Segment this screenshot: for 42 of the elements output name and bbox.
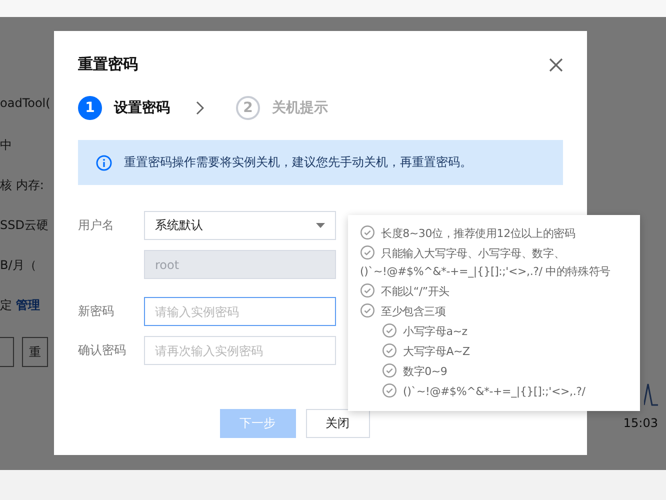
info-icon — [96, 154, 112, 170]
check-circle-icon — [360, 303, 375, 318]
check-circle-icon — [382, 363, 397, 378]
rule-text: 不能以“/”开头 — [360, 283, 628, 301]
check-circle-icon — [360, 245, 375, 260]
page-text: B/月（ — [0, 257, 38, 274]
rule-text: 数字0~9 — [382, 363, 628, 381]
step-tab[interactable]: 1 设置密码 — [78, 96, 170, 120]
rule-text: ()`~!@#$%^&*-+=_|{}[]:;'<>,.?/ — [382, 383, 628, 401]
password-field[interactable]: 请输入实例密码 — [144, 297, 336, 326]
rule-text: 长度8~30位，推荐使用12位以上的密码 — [360, 225, 628, 243]
chevron-right-icon — [196, 101, 204, 115]
page-text: 定 — [0, 298, 12, 312]
page-button[interactable] — [0, 337, 14, 367]
username-field: root — [144, 250, 336, 279]
username-select[interactable]: 系统默认 — [144, 211, 336, 240]
alert-text: 重置密码操作需要将实例关机，建议您先手动关机，再重置密码。 — [124, 154, 472, 171]
rule-text: 只能输入大写字母、小写字母、数字、()`~!@#$%^&*-+=_|{}[]:;'<>,.?/ 中的特殊符号 — [360, 245, 612, 280]
page-text: SSD云硬 — [0, 217, 50, 234]
check-circle-icon — [382, 323, 397, 338]
field-label: 用户名 — [78, 218, 114, 232]
field-label: 新密码 — [78, 304, 114, 318]
dialog-title: 重置密码 — [78, 55, 138, 74]
check-circle-icon — [382, 383, 397, 398]
rule-text: 大写字母A~Z — [382, 343, 628, 361]
caret-down-icon — [316, 223, 325, 228]
time-label: 15:03 — [623, 416, 658, 430]
page-button[interactable]: 重 — [22, 337, 48, 367]
page-link[interactable]: 管理 — [16, 298, 40, 312]
step-tab[interactable]: 2 关机提示 — [236, 96, 328, 120]
field-label: 确认密码 — [78, 343, 126, 357]
check-circle-icon — [360, 225, 375, 240]
check-circle-icon — [382, 343, 397, 358]
close-icon[interactable] — [549, 58, 563, 72]
page-text: 中 — [0, 137, 13, 154]
check-circle-icon — [360, 283, 375, 298]
close-button[interactable]: 关闭 — [306, 409, 370, 438]
rule-text: 至少包含三项 — [360, 303, 628, 321]
line-chart-drawing — [644, 383, 658, 406]
page-text: 核 内存: — [0, 177, 45, 194]
rule-text: 小写字母a~z — [382, 323, 628, 341]
page-text: oadTool( — [0, 95, 52, 112]
